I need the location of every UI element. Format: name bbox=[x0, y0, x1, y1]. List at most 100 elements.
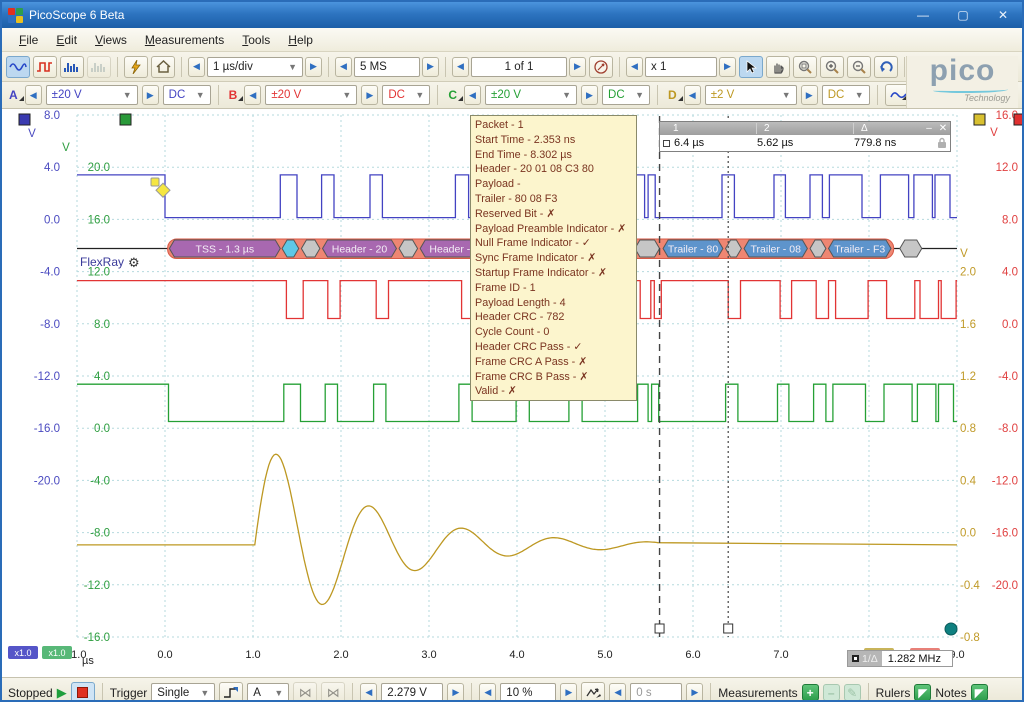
svg-text:-8.0: -8.0 bbox=[90, 528, 110, 540]
channel-c-button[interactable]: C bbox=[445, 88, 460, 102]
channel-c-coupling-select[interactable]: DC▼ bbox=[602, 85, 650, 105]
delay-up-icon[interactable]: ▶ bbox=[686, 683, 703, 702]
stop-capture-button[interactable] bbox=[71, 682, 95, 702]
minimize-icon[interactable]: — bbox=[910, 8, 936, 22]
samples-input[interactable]: 5 MS bbox=[354, 57, 420, 77]
ruler-drag-handle-icon[interactable] bbox=[663, 140, 670, 147]
channel-c-range-prev-icon[interactable]: ◀ bbox=[464, 85, 481, 105]
zoom-out-icon[interactable] bbox=[847, 56, 871, 78]
trigger-source-select[interactable]: A▼ bbox=[247, 683, 289, 702]
channel-b-range-prev-icon[interactable]: ◀ bbox=[244, 85, 261, 105]
pretrigger-input[interactable]: 10 % bbox=[500, 683, 556, 702]
stop-icon bbox=[77, 687, 88, 698]
ruler-box-minimize-icon[interactable]: – bbox=[922, 123, 936, 134]
channel-b-coupling-select[interactable]: DC▼ bbox=[382, 85, 430, 105]
svg-text:12.0: 12.0 bbox=[88, 267, 110, 279]
ruler-value-delta: 779.8 ns bbox=[854, 137, 937, 149]
trigger-level-up-icon[interactable]: ▶ bbox=[447, 683, 464, 702]
add-measurement-button[interactable]: + bbox=[802, 684, 819, 701]
zoom-next-icon[interactable]: ▶ bbox=[719, 57, 736, 77]
delay-input[interactable]: 0 s bbox=[630, 683, 682, 702]
undo-zoom-icon[interactable] bbox=[874, 56, 898, 78]
main-toolbar: ◀ 1 µs/div▼ ▶ ◀ 5 MS ▶ ◀ 1 of 1 ▶ ◀ x 1 … bbox=[2, 52, 1022, 82]
zoom-prev-icon[interactable]: ◀ bbox=[626, 57, 643, 77]
menu-views[interactable]: Views bbox=[86, 30, 136, 50]
zoom-window-icon[interactable] bbox=[793, 56, 817, 78]
decoder-segment-label: Trailer - 80 bbox=[668, 244, 719, 256]
channel-d-coupling-select[interactable]: DC▼ bbox=[822, 85, 870, 105]
zoom-in-icon[interactable] bbox=[820, 56, 844, 78]
adv-trigger-icon[interactable]: ⋈ bbox=[293, 682, 317, 702]
menu-tools[interactable]: Tools bbox=[233, 30, 279, 50]
trigger-edge-icon[interactable] bbox=[219, 682, 243, 702]
channel-a-range-next-icon[interactable]: ▶ bbox=[142, 85, 159, 105]
channel-c-range-select[interactable]: ±20 V▼ bbox=[485, 85, 577, 105]
edit-measurement-button[interactable]: ✎ bbox=[844, 684, 861, 701]
adv-trigger2-icon[interactable]: ⋈ bbox=[321, 682, 345, 702]
channel-a-coupling-select[interactable]: DC▼ bbox=[163, 85, 211, 105]
timebase-select[interactable]: 1 µs/div▼ bbox=[207, 57, 303, 77]
channel-d-range-select[interactable]: ±2 V▼ bbox=[705, 85, 797, 105]
maximize-icon[interactable]: ▢ bbox=[950, 8, 976, 22]
spectrum-alt-view-icon[interactable] bbox=[87, 56, 111, 78]
hand-tool-icon[interactable] bbox=[766, 56, 790, 78]
channel-b-button[interactable]: B bbox=[226, 88, 241, 102]
svg-text:V: V bbox=[62, 142, 70, 154]
svg-text:12.0: 12.0 bbox=[996, 162, 1018, 174]
channel-b-range-next-icon[interactable]: ▶ bbox=[361, 85, 378, 105]
zoom-factor-field[interactable]: x 1 bbox=[645, 57, 717, 77]
svg-text:2.0: 2.0 bbox=[960, 267, 976, 279]
timebase-prev-icon[interactable]: ◀ bbox=[188, 57, 205, 77]
close-icon[interactable]: ✕ bbox=[990, 8, 1016, 22]
tooltip-line: Cycle Count - 0 bbox=[475, 325, 632, 340]
delay-down-icon[interactable]: ◀ bbox=[609, 683, 626, 702]
trigger-level-input[interactable]: 2.279 V bbox=[381, 683, 443, 702]
channel-a-button[interactable]: A bbox=[6, 88, 21, 102]
svg-text:3.0: 3.0 bbox=[421, 649, 436, 661]
home-icon[interactable] bbox=[151, 56, 175, 78]
rulers-button[interactable]: ◤ bbox=[914, 684, 931, 701]
tooltip-line: Frame ID - 1 bbox=[475, 281, 632, 296]
start-capture-icon[interactable]: ▶ bbox=[57, 685, 67, 701]
pretrigger-up-icon[interactable]: ▶ bbox=[560, 683, 577, 702]
delete-measurement-button[interactable]: – bbox=[823, 684, 840, 701]
notes-button[interactable]: ◤ bbox=[971, 684, 988, 701]
svg-text:x1.0: x1.0 bbox=[48, 648, 65, 658]
channel-d-range-next-icon[interactable]: ▶ bbox=[801, 85, 818, 105]
ruler-col-delta: Δ bbox=[854, 123, 922, 134]
svg-text:-4.0: -4.0 bbox=[998, 371, 1018, 383]
scope-view-icon[interactable] bbox=[6, 56, 30, 78]
menu-help[interactable]: Help bbox=[279, 30, 322, 50]
lock-icon[interactable] bbox=[937, 137, 947, 149]
ruler-measurement-box[interactable]: 1 2 Δ – ✕ 6.4 µs 5.62 µs 779.8 ns bbox=[659, 121, 951, 152]
samples-next-icon[interactable]: ▶ bbox=[422, 57, 439, 77]
menu-edit[interactable]: Edit bbox=[47, 30, 86, 50]
trigger-mode-select[interactable]: Single▼ bbox=[151, 683, 215, 702]
persistence-view-icon[interactable] bbox=[33, 56, 57, 78]
trigger-marker-tool-icon[interactable] bbox=[581, 682, 605, 702]
svg-text:-0.8: -0.8 bbox=[960, 632, 980, 644]
channel-c-range-next-icon[interactable]: ▶ bbox=[581, 85, 598, 105]
channel-b-range-select[interactable]: ±20 V▼ bbox=[265, 85, 357, 105]
channel-a-range-prev-icon[interactable]: ◀ bbox=[25, 85, 42, 105]
pretrigger-down-icon[interactable]: ◀ bbox=[479, 683, 496, 702]
pointer-tool-icon[interactable] bbox=[739, 56, 763, 78]
navigator-icon[interactable] bbox=[589, 56, 613, 78]
channel-d-button[interactable]: D bbox=[665, 88, 680, 102]
timebase-next-icon[interactable]: ▶ bbox=[305, 57, 322, 77]
svg-text:0.8: 0.8 bbox=[960, 423, 976, 435]
probe-icon[interactable] bbox=[124, 56, 148, 78]
trigger-level-down-icon[interactable]: ◀ bbox=[360, 683, 377, 702]
svg-text:-20.0: -20.0 bbox=[992, 580, 1018, 592]
samples-prev-icon[interactable]: ◀ bbox=[335, 57, 352, 77]
channel-d-range-prev-icon[interactable]: ◀ bbox=[684, 85, 701, 105]
page-next-icon[interactable]: ▶ bbox=[569, 57, 586, 77]
run-state-label: Stopped bbox=[8, 686, 53, 700]
menu-file[interactable]: File bbox=[10, 30, 47, 50]
channel-a-range-select[interactable]: ±20 V▼ bbox=[46, 85, 138, 105]
ruler-value-2: 5.62 µs bbox=[757, 137, 854, 149]
page-prev-icon[interactable]: ◀ bbox=[452, 57, 469, 77]
ruler-box-close-icon[interactable]: ✕ bbox=[936, 123, 950, 134]
spectrum-view-icon[interactable] bbox=[60, 56, 84, 78]
menu-measurements[interactable]: Measurements bbox=[136, 30, 233, 50]
